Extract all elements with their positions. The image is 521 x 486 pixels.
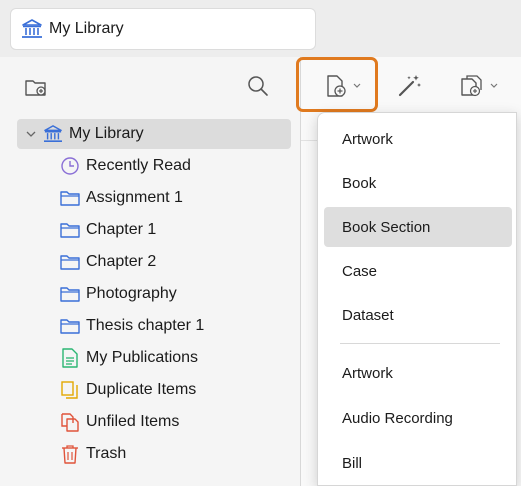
tree-label: My Publications — [86, 349, 199, 366]
tree-label: Chapter 1 — [86, 221, 157, 238]
tab-label: My Library — [49, 20, 124, 37]
clock-icon — [60, 156, 80, 176]
tree-label: Photography — [86, 285, 177, 302]
tree-label: Recently Read — [86, 157, 191, 174]
collections-pane: My Library Recently Read Assignment 1 Ch… — [0, 57, 301, 486]
search-icon — [246, 74, 270, 98]
new-note-button[interactable] — [451, 71, 507, 101]
tree-item-thesis-chapter-1[interactable]: Thesis chapter 1 — [60, 311, 204, 341]
menu-item-audio-recording[interactable]: Audio Recording — [324, 398, 512, 438]
magic-wand-icon — [396, 73, 422, 99]
document-icon — [60, 348, 80, 368]
menu-item-bill[interactable]: Bill — [324, 443, 512, 483]
menu-separator — [340, 343, 500, 344]
menu-item-artwork[interactable]: Artwork — [324, 119, 512, 159]
tree-item-photography[interactable]: Photography — [60, 279, 177, 309]
tab-bar: My Library — [0, 0, 521, 57]
tree-item-duplicate-items[interactable]: Duplicate Items — [60, 375, 196, 405]
tree-label: Trash — [86, 445, 127, 462]
menu-item-book-section[interactable]: Book Section — [324, 207, 512, 247]
tree-root-my-library[interactable]: My Library — [17, 119, 291, 149]
trash-icon — [60, 444, 80, 464]
menu-item-case[interactable]: Case — [324, 251, 512, 291]
new-collection-icon — [24, 76, 48, 98]
tree-item-assignment-1[interactable]: Assignment 1 — [60, 183, 183, 213]
tree-item-chapter-1[interactable]: Chapter 1 — [60, 215, 156, 245]
menu-item-book[interactable]: Book — [324, 163, 512, 203]
tree-item-chapter-2[interactable]: Chapter 2 — [60, 247, 156, 277]
folder-icon — [60, 252, 80, 272]
folder-icon — [60, 220, 80, 240]
tree-item-recently-read[interactable]: Recently Read — [60, 151, 191, 181]
folder-icon — [60, 284, 80, 304]
tree-label: Chapter 2 — [86, 253, 157, 270]
column-divider — [301, 140, 317, 141]
chevron-down-icon — [489, 81, 499, 91]
add-by-identifier-button[interactable] — [393, 71, 425, 101]
new-note-icon — [459, 74, 485, 98]
library-icon — [21, 19, 43, 39]
tree-label: Duplicate Items — [86, 381, 197, 398]
tree-label: Assignment 1 — [86, 189, 183, 206]
menu-item-dataset[interactable]: Dataset — [324, 295, 512, 335]
search-button[interactable] — [244, 72, 272, 100]
new-item-menu: Artwork Book Book Section Case Dataset A… — [317, 112, 517, 486]
tree-item-my-publications[interactable]: My Publications — [60, 343, 198, 373]
tab-my-library[interactable]: My Library — [10, 8, 316, 50]
tree-label: Unfiled Items — [86, 413, 180, 430]
menu-item-artwork-all[interactable]: Artwork — [324, 353, 512, 393]
new-item-highlight — [296, 57, 378, 112]
unfiled-icon — [60, 412, 80, 432]
folder-icon — [60, 188, 80, 208]
folder-icon — [60, 316, 80, 336]
tree-item-trash[interactable]: Trash — [60, 439, 126, 469]
duplicate-icon — [60, 380, 80, 400]
tree-item-unfiled-items[interactable]: Unfiled Items — [60, 407, 179, 437]
chevron-down-icon[interactable] — [25, 128, 39, 140]
new-collection-button[interactable] — [22, 73, 50, 101]
tree-label: Thesis chapter 1 — [86, 317, 205, 334]
tree-label: My Library — [69, 125, 144, 142]
library-icon — [43, 124, 63, 144]
